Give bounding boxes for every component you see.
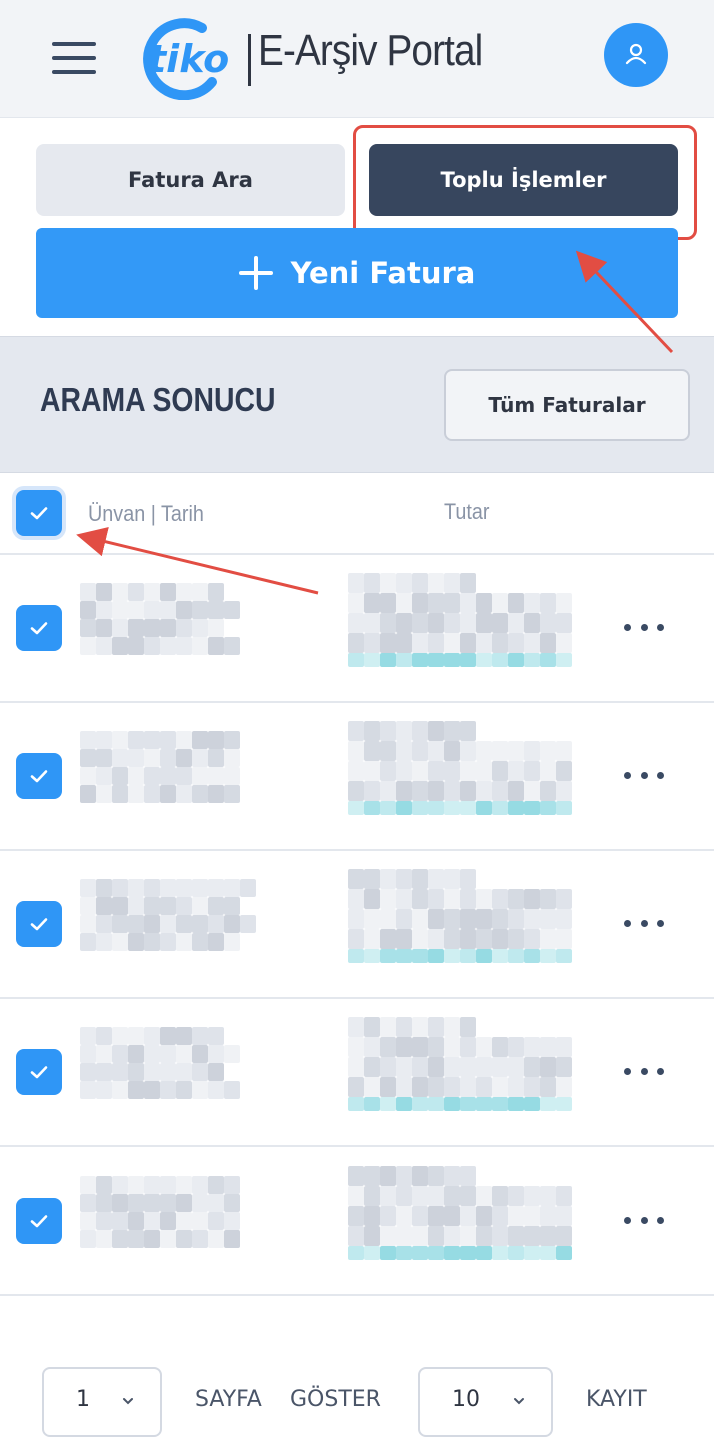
chevron-down-icon	[123, 1398, 133, 1405]
row-checkbox[interactable]	[16, 901, 62, 947]
result-title: ARAMA SONUCU	[40, 381, 276, 418]
per-page-select-value: 10	[452, 1387, 480, 1412]
check-icon	[30, 622, 48, 635]
table-header: Ünvan | Tarih Tutar	[0, 473, 714, 555]
check-icon	[30, 770, 48, 783]
page-select[interactable]: 1	[42, 1367, 162, 1437]
user-avatar-button[interactable]	[604, 23, 668, 87]
more-options-icon[interactable]	[624, 617, 664, 637]
more-options-icon[interactable]	[624, 913, 664, 933]
svg-text:tiko: tiko	[148, 37, 229, 81]
tab-toplu-islemler[interactable]: Toplu İşlemler	[369, 144, 678, 216]
row-amount-redacted	[348, 721, 608, 831]
row-title-redacted	[80, 731, 308, 815]
page-select-value: 1	[76, 1387, 90, 1412]
row-title-redacted	[80, 583, 308, 667]
check-icon	[30, 1066, 48, 1079]
select-all-checkbox[interactable]	[16, 490, 62, 536]
portal-title: E-Arşiv Portal	[258, 26, 483, 75]
row-checkbox[interactable]	[16, 753, 62, 799]
new-invoice-button[interactable]: Yeni Fatura	[36, 228, 678, 318]
table-row[interactable]	[0, 703, 714, 851]
row-checkbox[interactable]	[16, 605, 62, 651]
check-icon	[30, 918, 48, 931]
tiko-logo-icon: tiko	[143, 18, 229, 101]
page-label: SAYFA	[195, 1387, 262, 1412]
row-checkbox[interactable]	[16, 1198, 62, 1244]
check-icon	[30, 1215, 48, 1228]
show-label: GÖSTER	[290, 1387, 381, 1412]
more-options-icon[interactable]	[624, 1061, 664, 1081]
row-title-redacted	[80, 1176, 308, 1260]
plus-icon	[238, 256, 273, 290]
row-amount-redacted	[348, 869, 608, 979]
row-checkbox[interactable]	[16, 1049, 62, 1095]
table-row[interactable]	[0, 999, 714, 1147]
check-icon	[30, 507, 48, 520]
row-amount-redacted	[348, 1017, 608, 1127]
more-options-icon[interactable]	[624, 1210, 664, 1230]
chevron-down-icon	[514, 1398, 524, 1405]
app-header: tiko E-Arşiv Portal	[0, 0, 714, 118]
user-icon	[625, 43, 647, 65]
row-amount-redacted	[348, 1166, 608, 1276]
logo-divider	[248, 34, 251, 86]
hamburger-menu-icon[interactable]	[52, 40, 98, 76]
column-header-unvan: Ünvan | Tarih	[88, 501, 204, 526]
search-result-bar: ARAMA SONUCU Tüm Faturalar	[0, 336, 714, 473]
all-invoices-button[interactable]: Tüm Faturalar	[444, 369, 690, 441]
new-invoice-label: Yeni Fatura	[290, 256, 476, 290]
table-row[interactable]	[0, 555, 714, 703]
column-header-tutar: Tutar	[444, 499, 490, 524]
row-title-redacted	[80, 1027, 308, 1111]
more-options-icon[interactable]	[624, 765, 664, 785]
records-label: KAYIT	[586, 1387, 647, 1412]
row-title-redacted	[80, 879, 308, 963]
per-page-select[interactable]: 10	[418, 1367, 553, 1437]
row-amount-redacted	[348, 573, 608, 683]
table-row[interactable]	[0, 1148, 714, 1296]
table-row[interactable]	[0, 851, 714, 999]
tab-fatura-ara[interactable]: Fatura Ara	[36, 144, 345, 216]
